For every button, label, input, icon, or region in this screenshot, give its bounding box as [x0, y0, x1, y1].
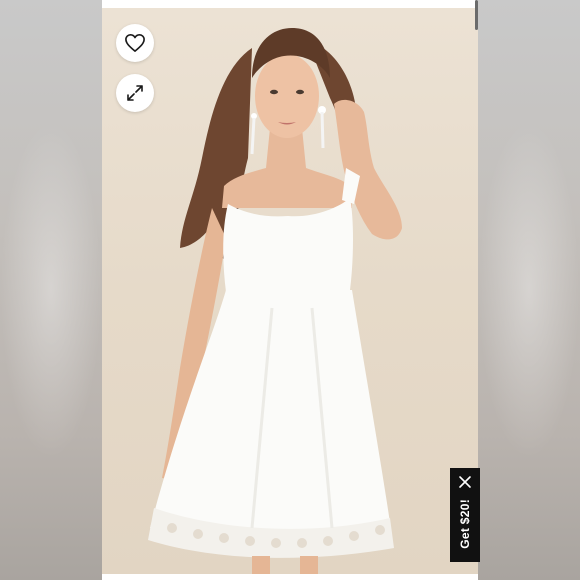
expand-image-button[interactable]: [116, 74, 154, 112]
blurred-background-right: [478, 0, 580, 580]
scroll-indicator[interactable]: [475, 0, 478, 30]
product-image-frame: [102, 0, 478, 580]
blurred-background-left: [0, 0, 102, 580]
expand-icon: [127, 85, 143, 101]
promo-label[interactable]: Get $20!: [458, 499, 472, 549]
close-icon[interactable]: [458, 475, 472, 489]
product-photo[interactable]: [102, 8, 478, 574]
favorite-button[interactable]: [116, 24, 154, 62]
heart-icon: [125, 34, 145, 52]
model-in-dress-illustration: [148, 28, 402, 574]
promo-tab[interactable]: Get $20!: [450, 468, 480, 562]
